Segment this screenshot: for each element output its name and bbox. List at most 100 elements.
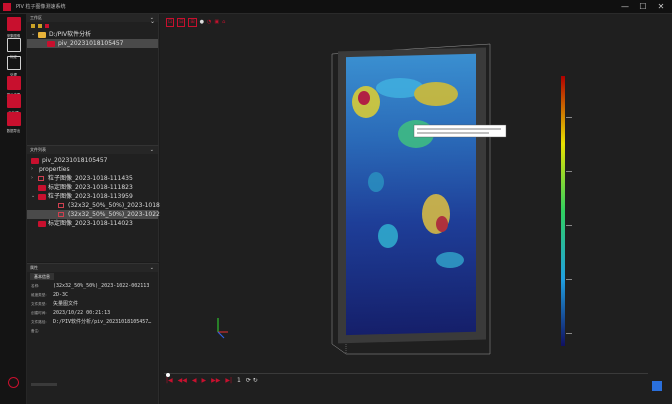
file-list-item[interactable]: ⌄ 粒子图像_2023-1018-113959 — [27, 192, 158, 201]
first-frame-icon[interactable]: |◀ — [166, 377, 173, 384]
timeline-slider[interactable] — [164, 373, 648, 377]
file-tree-root[interactable]: piv_20231018105457 — [27, 156, 158, 165]
property-row: 文件类型: 矢量图文件 — [27, 300, 158, 309]
last-frame-icon[interactable]: ▶| — [225, 377, 232, 384]
frame-number: 1 — [237, 377, 241, 384]
image-folder-icon — [38, 194, 46, 200]
property-value: 2D-3C — [53, 292, 69, 298]
property-value: D:/PIV软件分析/piv_20231018105457… — [53, 319, 152, 325]
twisty-open-icon[interactable]: ⌄ — [31, 30, 35, 39]
file-list-panel: 文件列表 ⌄ piv_20231018105457 › properties › 粒子… — [27, 145, 168, 262]
tree-label: piv_20231018105457 — [42, 157, 108, 164]
maximize-button[interactable]: ☐ — [636, 0, 650, 14]
property-key: 文件类型: — [31, 302, 47, 306]
display-icon — [6, 76, 21, 90]
tool-label: 数据导出 — [6, 129, 21, 133]
properties-tabs: 基本信息 — [27, 272, 158, 281]
camera-icon — [6, 17, 21, 31]
open-folder-icon[interactable] — [38, 24, 42, 28]
properties-title: 属性 — [30, 265, 38, 270]
export-tool-button[interactable]: 数据导出 — [4, 112, 23, 136]
window-title: PIV 粒子图像测速系统 — [16, 4, 66, 10]
chart-icon — [6, 94, 21, 108]
power-icon[interactable] — [8, 377, 19, 388]
property-key: 名称: — [31, 284, 40, 288]
property-row: 维度类型: 2D-3C — [27, 291, 158, 300]
status-strip — [31, 383, 57, 386]
close-button[interactable]: ✕ — [654, 0, 668, 14]
colorbar-ticks — [566, 117, 572, 334]
playback-controls: |◀ ◀◀ ◀ ▶ ▶▶ ▶| 1 ⟳ ↻ — [166, 377, 263, 385]
file-list-item[interactable]: (32x32_50%_50%)_2023-1018-... — [27, 201, 168, 210]
tree-label: 粒子图像_2023-1018-113959 — [48, 193, 133, 200]
folder-icon — [38, 32, 46, 38]
project-folder-icon — [31, 158, 39, 164]
workspace-title: 工作区 — [30, 15, 42, 20]
property-key: 创建时间: — [31, 311, 47, 315]
twisty-icon[interactable]: › — [31, 174, 33, 183]
ruler-icon — [6, 38, 21, 52]
tree-label: piv_20231018105457 — [58, 40, 124, 47]
chevron-down-icon[interactable]: ⌄ — [150, 146, 154, 154]
export-icon — [6, 112, 21, 126]
tree-item-root[interactable]: ⌄ D:/PIV软件分析 — [27, 30, 158, 39]
twisty-icon[interactable]: ⌄ — [31, 192, 35, 201]
vector-file-icon — [38, 176, 44, 181]
file-list-item[interactable]: (32x32_50%_50%)_2023-1022-... — [27, 210, 168, 219]
delete-icon[interactable] — [45, 24, 49, 28]
properties-panel: 属性 ⌄ 基本信息 名称: (32x32_50%_50%)_2023-1022-0… — [27, 263, 159, 404]
tree-label: 标定图像_2023-1018-114023 — [48, 220, 133, 227]
chevron-down-icon[interactable]: ⌄ — [150, 264, 154, 272]
tree-label: (32x32_50%_50%)_2023-1022-... — [68, 211, 168, 218]
fast-forward-icon[interactable]: ▶▶ — [211, 377, 220, 384]
colorbar — [561, 76, 565, 346]
play-icon[interactable]: ▶ — [202, 377, 207, 384]
tree-label: properties — [39, 166, 70, 173]
tool-rail: 采集图像 标定 处理 显示结果 后处理 数据导出 — [0, 14, 27, 404]
file-list-item[interactable]: › properties — [27, 165, 158, 174]
tab-basic-info[interactable]: 基本信息 — [30, 273, 54, 280]
title-bar: PIV 粒子图像测速系统 — ☐ ✕ — [0, 0, 672, 14]
file-list-item[interactable]: › 粒子图像_2023-1018-111435 — [27, 174, 158, 183]
tree-label: 粒子图像_2023-1018-111435 — [48, 175, 133, 182]
new-folder-icon[interactable] — [31, 24, 35, 28]
property-value: (32x32_50%_50%)_2023-1022-002113 — [53, 283, 150, 289]
file-list-title: 文件列表 — [30, 147, 46, 152]
prev-frame-icon[interactable]: ◀ — [192, 377, 197, 384]
tree-label: 标定图像_2023-1018-111823 — [48, 184, 133, 191]
app-logo-icon — [3, 3, 11, 11]
vector-field-plot — [217, 43, 572, 355]
3d-viewport[interactable]: ⌄ ⊡ ⊟ ⊞ ● ◔ ▣ ⌂ |◀ ◀◀ ◀ ▶ ▶▶ ▶| 1 ⟳ ↻ — [150, 14, 672, 404]
tree-label: D:/PIV软件分析 — [49, 31, 92, 38]
image-folder-icon — [38, 221, 46, 227]
property-row: 创建时间: 2023/10/22 00:21:13 — [27, 309, 158, 318]
property-value: 矢量图文件 — [53, 301, 79, 307]
vector-file-icon — [58, 212, 64, 217]
process-icon — [6, 56, 21, 70]
file-list-item[interactable]: 标定图像_2023-1018-111823 — [27, 183, 158, 192]
property-row: 名称: (32x32_50%_50%)_2023-1022-002113 — [27, 282, 158, 291]
property-value: 2023/10/22 00:21:13 — [53, 310, 111, 316]
workspace-mini-toolbar — [27, 22, 158, 30]
file-list-header: 文件列表 ⌄ — [27, 146, 158, 154]
properties-header: 属性 ⌄ — [27, 264, 158, 272]
loop-icon[interactable]: ⟳ ↻ — [246, 377, 258, 384]
corner-action-button[interactable] — [652, 381, 662, 391]
workspace-header: 工作区 ⌄ — [27, 14, 158, 22]
twisty-icon[interactable]: › — [31, 165, 33, 174]
tree-item-project[interactable]: piv_20231018105457 — [27, 39, 158, 48]
rewind-icon[interactable]: ◀◀ — [178, 377, 187, 384]
tree-label: (32x32_50%_50%)_2023-1018-... — [68, 202, 168, 209]
property-key: 文件路径: — [31, 320, 47, 324]
axis-triad — [217, 318, 228, 339]
minimize-button[interactable]: — — [618, 0, 632, 14]
collapse-panel-icon[interactable]: ⌄ — [150, 18, 155, 25]
workspace-panel: 工作区 ⌄ ⌄ D:/PIV软件分析 piv_20231018105457 — [27, 14, 159, 145]
property-key: 备注: — [31, 329, 40, 333]
property-row: 文件路径: D:/PIV软件分析/piv_20231018105457… — [27, 318, 158, 327]
property-key: 维度类型: — [31, 293, 47, 297]
property-row: 备注: — [27, 327, 158, 336]
file-list-item[interactable]: 标定图像_2023-1018-114023 — [27, 219, 158, 228]
project-folder-icon — [47, 41, 55, 47]
vector-file-icon — [58, 203, 64, 208]
